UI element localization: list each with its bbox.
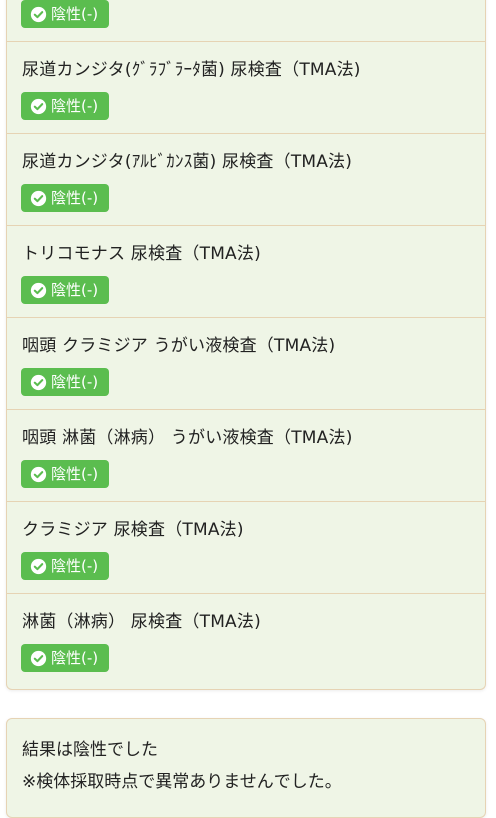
test-row: 淋菌（淋病） 尿検査（TMA法) 陰性(-)	[7, 594, 485, 686]
result-label: 陰性(-)	[51, 5, 99, 23]
test-row: 咽頭 淋菌（淋病） うがい液検査（TMA法) 陰性(-)	[7, 410, 485, 502]
result-label: 陰性(-)	[51, 649, 99, 667]
result-badge-negative: 陰性(-)	[21, 184, 110, 212]
result-badge-negative: 陰性(-)	[21, 368, 110, 396]
test-name: クラミジア 尿検査（TMA法)	[22, 520, 244, 540]
test-row: 尿道カンジタ(ｸﾞﾗﾌﾞﾗｰﾀ菌) 尿検査（TMA法) 陰性(-)	[7, 42, 485, 134]
test-results-card: 陰性(-) 尿道カンジタ(ｸﾞﾗﾌﾞﾗｰﾀ菌) 尿検査（TMA法) 陰性(-) …	[6, 0, 486, 690]
check-circle-icon	[30, 650, 47, 666]
check-circle-icon	[30, 6, 47, 22]
result-label: 陰性(-)	[51, 557, 99, 575]
test-row: トリコモナス 尿検査（TMA法) 陰性(-)	[7, 226, 485, 318]
check-circle-icon	[30, 558, 47, 574]
test-name: 尿道カンジタ(ｸﾞﾗﾌﾞﾗｰﾀ菌) 尿検査（TMA法)	[22, 60, 361, 80]
result-summary-card: 結果は陰性でした ※検体採取時点で異常ありませんでした。	[6, 718, 486, 818]
summary-result-text: 結果は陰性でした	[22, 740, 158, 760]
test-row: クラミジア 尿検査（TMA法) 陰性(-)	[7, 502, 485, 594]
result-badge-negative: 陰性(-)	[21, 276, 110, 304]
result-badge-negative: 陰性(-)	[21, 92, 110, 120]
result-label: 陰性(-)	[51, 97, 99, 115]
result-badge-negative: 陰性(-)	[21, 460, 110, 488]
test-name: トリコモナス 尿検査（TMA法)	[22, 244, 261, 264]
test-name: 淋菌（淋病） 尿検査（TMA法)	[22, 612, 261, 632]
test-row: 咽頭 クラミジア うがい液検査（TMA法) 陰性(-)	[7, 318, 485, 410]
test-row: 陰性(-)	[7, 0, 485, 42]
check-circle-icon	[30, 190, 47, 206]
test-name: 咽頭 淋菌（淋病） うがい液検査（TMA法)	[22, 428, 353, 448]
result-label: 陰性(-)	[51, 189, 99, 207]
result-badge-negative: 陰性(-)	[21, 552, 110, 580]
test-name: 尿道カンジタ(ｱﾙﾋﾞｶﾝｽ菌) 尿検査（TMA法)	[22, 152, 353, 172]
result-label: 陰性(-)	[51, 281, 99, 299]
check-circle-icon	[30, 374, 47, 390]
test-row: 尿道カンジタ(ｱﾙﾋﾞｶﾝｽ菌) 尿検査（TMA法) 陰性(-)	[7, 134, 485, 226]
result-label: 陰性(-)	[51, 373, 99, 391]
summary-note-text: ※検体採取時点で異常ありませんでした。	[22, 772, 342, 792]
result-label: 陰性(-)	[51, 465, 99, 483]
test-name: 咽頭 クラミジア うがい液検査（TMA法)	[22, 336, 336, 356]
check-circle-icon	[30, 282, 47, 298]
result-badge-negative: 陰性(-)	[21, 644, 110, 672]
check-circle-icon	[30, 98, 47, 114]
result-badge-negative: 陰性(-)	[21, 0, 110, 28]
check-circle-icon	[30, 466, 47, 482]
